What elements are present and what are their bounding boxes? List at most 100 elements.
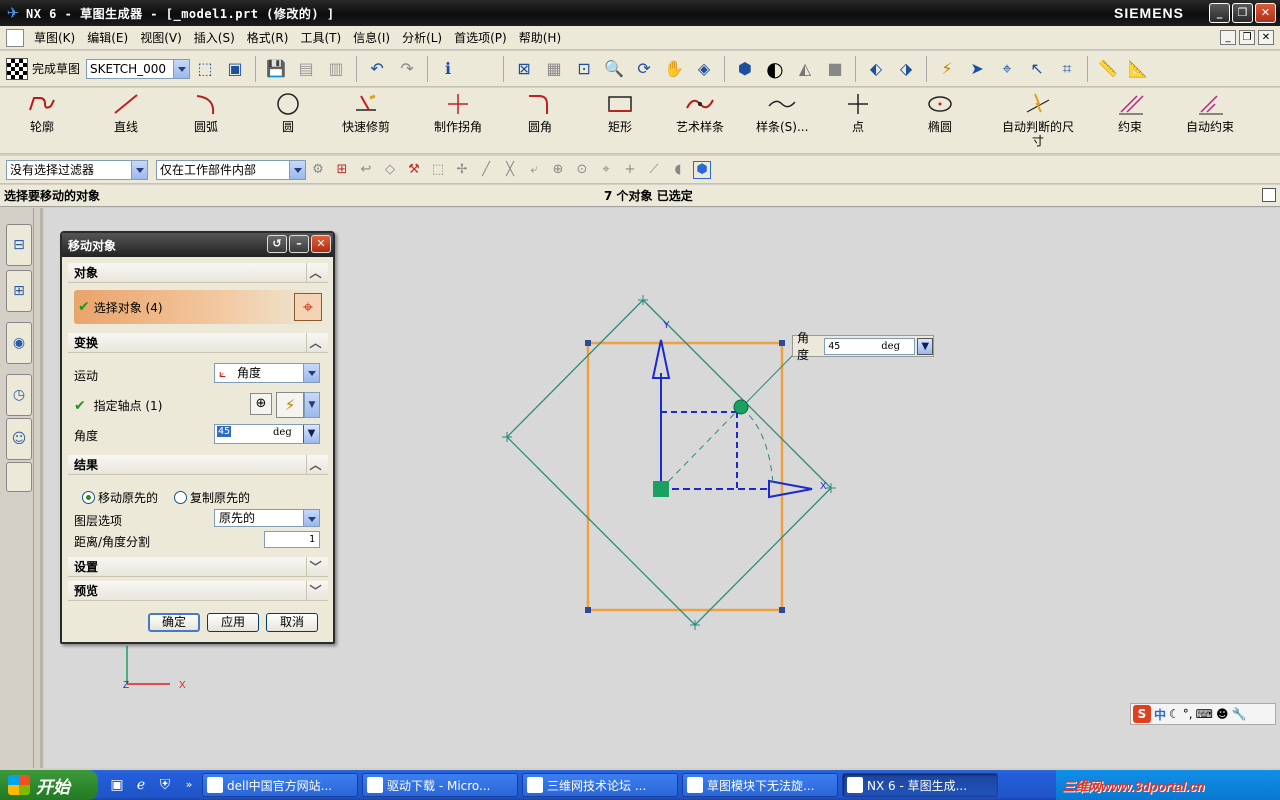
group-preview-header[interactable]: 预览 ﹀ <box>68 581 328 601</box>
select-group-icon[interactable]: ⌗ <box>1054 56 1080 82</box>
minimize-button[interactable]: _ <box>1209 3 1230 23</box>
cancel-button[interactable]: 取消 <box>266 613 318 632</box>
internet-explorer-icon[interactable]: ℯ <box>132 776 150 794</box>
select-cursor-icon[interactable]: ↖ <box>1024 56 1050 82</box>
arrow-down-icon[interactable]: ▼ <box>917 337 933 355</box>
copy-original-radio[interactable]: 复制原先的 <box>174 489 250 506</box>
analysis-icon[interactable]: 📐 <box>1125 56 1151 82</box>
punctuation-icon[interactable]: °, <box>1183 707 1193 721</box>
paste-icon[interactable]: ▥ <box>323 56 349 82</box>
motion-combo[interactable]: ⟀ 角度 <box>214 363 320 383</box>
redo-icon[interactable]: ↷ <box>394 56 420 82</box>
undo-icon[interactable]: ↶ <box>364 56 390 82</box>
snap-bounded-icon[interactable]: ⬢ <box>693 160 711 179</box>
group-settings-header[interactable]: 设置 ﹀ <box>68 557 328 577</box>
measure-icon[interactable]: 📏 <box>1095 56 1121 82</box>
snap-endpoint-icon[interactable]: ✢ <box>453 161 471 179</box>
snap-existing-point-icon[interactable]: + <box>621 161 639 179</box>
task-button[interactable]: dell中国官方网站... <box>202 773 358 797</box>
snap-control-icon[interactable]: ╳ <box>501 161 519 179</box>
apply-button[interactable]: 应用 <box>207 613 259 632</box>
task-button[interactable]: 驱动下载 - Micro... <box>362 773 518 797</box>
copy-icon[interactable]: ▤ <box>293 56 319 82</box>
studio-spline-tool-button[interactable]: 艺术样条 <box>676 88 724 152</box>
layer-option-combo[interactable]: 原先的 <box>214 509 320 527</box>
snap-on-curve-icon[interactable]: ⟋ <box>645 161 663 179</box>
arrow-down-icon[interactable]: ▼ <box>303 425 319 443</box>
finish-sketch-button[interactable]: 完成草图 <box>6 57 80 80</box>
render-style-icon[interactable]: ◐ <box>762 56 788 82</box>
zoom-icon[interactable]: 🔍 <box>601 56 627 82</box>
arc-tool-button[interactable]: 圆弧 <box>186 88 226 152</box>
menu-analysis[interactable]: 分析(L) <box>396 29 448 46</box>
roles-icon[interactable]: ☺ <box>6 418 32 460</box>
constraint-tool-button[interactable]: 约束 <box>1110 88 1150 152</box>
menu-preferences[interactable]: 首选项(P) <box>448 29 513 46</box>
perspective-icon[interactable]: ◈ <box>691 56 717 82</box>
circle-tool-button[interactable]: 圆 <box>268 88 308 152</box>
wcs-orient-icon[interactable]: ⬗ <box>893 56 919 82</box>
menu-help[interactable]: 帮助(H) <box>513 29 567 46</box>
resource-bar-splitter[interactable] <box>40 208 43 768</box>
web-browser-icon[interactable]: ◉ <box>6 322 32 364</box>
auto-constrain-tool-button[interactable]: 自动约束 <box>1186 88 1234 152</box>
orient-view-icon[interactable]: ▣ <box>222 56 248 82</box>
select-box-icon[interactable]: ◇ <box>381 161 399 179</box>
angle-field[interactable]: 45 deg ▼ <box>214 424 320 444</box>
inferred-point-icon[interactable]: ⚡ <box>276 392 304 418</box>
move-original-radio[interactable]: 移动原先的 <box>82 489 158 506</box>
group-objects-header[interactable]: 对象 ︿ <box>68 263 328 283</box>
show-desktop-icon[interactable]: ▣ <box>108 776 126 794</box>
snap-quadrant-icon[interactable]: ⊙ <box>573 161 591 179</box>
snap-midpoint-icon[interactable]: ╱ <box>477 161 495 179</box>
select-objects-row[interactable]: ✔ 选择对象 (4) ⌖ <box>74 290 324 324</box>
task-button[interactable]: 草图模块下无法旋... <box>682 773 838 797</box>
keyboard-icon[interactable]: ⌨ <box>1196 707 1213 721</box>
start-button[interactable]: 开始 <box>0 770 98 800</box>
work-layer-icon[interactable]: ■ <box>822 56 848 82</box>
profile-tool-button[interactable]: 轮廓 <box>22 88 62 152</box>
quicklaunch-more-icon[interactable]: » <box>180 776 198 794</box>
background-icon[interactable]: ◭ <box>792 56 818 82</box>
divide-field[interactable]: 1 <box>264 531 320 548</box>
rotate-icon[interactable]: ⟳ <box>631 56 657 82</box>
wrench-icon[interactable]: 🔧 <box>1231 707 1246 721</box>
menu-sketch[interactable]: 草图(K) <box>28 29 81 46</box>
task-button[interactable]: 三维网技术论坛 ... <box>522 773 678 797</box>
snap-tangent-icon[interactable]: ⌖ <box>597 161 615 179</box>
ok-button[interactable]: 确定 <box>148 613 200 632</box>
task-button-active[interactable]: NX 6 - 草图生成... <box>842 773 998 797</box>
point-tool-button[interactable]: 点 <box>838 88 878 152</box>
select-arrow-icon[interactable]: ➤ <box>964 56 990 82</box>
point-dialog-icon[interactable]: ⊕ <box>250 393 272 415</box>
fillet-tool-button[interactable]: 圆角 <box>520 88 560 152</box>
chevron-down-icon[interactable]: ▼ <box>304 392 320 418</box>
ime-mode-label[interactable]: 中 <box>1154 706 1166 723</box>
collapse-icon[interactable]: – <box>289 235 309 253</box>
snap-icon[interactable]: ⚡ <box>934 56 960 82</box>
sketch-menu-icon[interactable] <box>6 28 24 47</box>
line-tool-button[interactable]: 直线 <box>106 88 146 152</box>
crosshair-icon[interactable]: ⌖ <box>294 293 322 321</box>
select-features-icon[interactable]: ⌖ <box>994 56 1020 82</box>
fit-icon[interactable]: ⊠ <box>511 56 537 82</box>
wcs-icon[interactable]: ⬖ <box>863 56 889 82</box>
empty-tab[interactable] <box>6 462 32 492</box>
dialog-title-bar[interactable]: 移动对象 ↺ – ✕ <box>62 233 333 257</box>
make-corner-tool-button[interactable]: 制作拐角 <box>434 88 482 152</box>
history-icon[interactable]: ◷ <box>6 374 32 416</box>
rectangle-select-icon[interactable]: ⬚ <box>429 161 447 179</box>
select-all-icon[interactable]: ⊞ <box>333 161 351 179</box>
quick-trim-tool-button[interactable]: 快速修剪 <box>342 88 390 152</box>
save-icon[interactable]: 💾 <box>263 56 289 82</box>
zoom-region-icon[interactable]: ⊡ <box>571 56 597 82</box>
doc-close-button[interactable]: ✕ <box>1258 30 1274 45</box>
type-filter-combo[interactable]: 没有选择过滤器 <box>6 159 148 180</box>
menu-information[interactable]: 信息(I) <box>347 29 396 46</box>
user-icon[interactable]: ☻ <box>1216 707 1229 721</box>
status-toggle-icon[interactable] <box>1262 188 1276 202</box>
reset-icon[interactable]: ↺ <box>267 235 287 253</box>
part-navigator-icon[interactable]: ⊞ <box>6 270 32 312</box>
orient-trimetric-icon[interactable]: ⬢ <box>732 56 758 82</box>
menu-edit[interactable]: 编辑(E) <box>81 29 134 46</box>
